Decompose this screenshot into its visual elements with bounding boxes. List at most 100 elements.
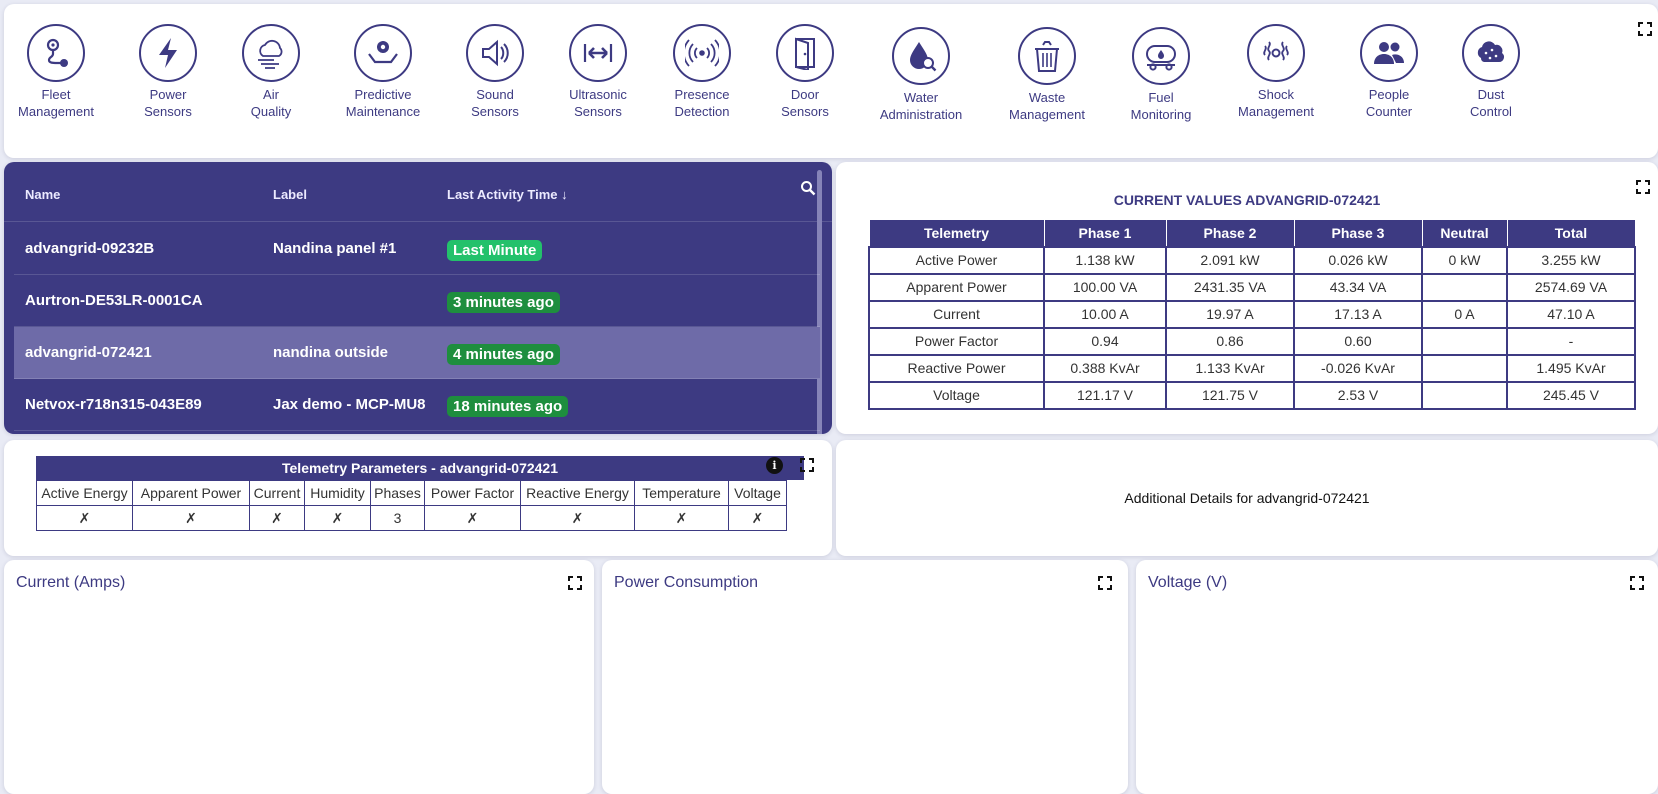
column-header: Power Factor <box>424 480 521 506</box>
sensor-navigation-bar: Fleet Management Power Sensors Air Quality… <box>4 4 1658 158</box>
current-values-title: CURRENT VALUES ADVANGRID-072421 <box>1113 192 1381 208</box>
nav-item-shock-management[interactable]: Shock Management <box>1221 24 1331 120</box>
table-cell: 10.00 A <box>1043 299 1167 329</box>
table-cell <box>1421 353 1508 383</box>
table-row[interactable]: advangrid-072421 nandina outside 4 minutes… <box>14 327 820 379</box>
nav-item-dust-control[interactable]: Dust Control <box>1436 24 1546 120</box>
column-header-activity-text: Last Activity Time <box>447 187 558 202</box>
table-cell: ✗ <box>249 505 305 531</box>
dust-cloud-icon <box>1462 24 1520 82</box>
table-cell: 245.45 V <box>1506 380 1636 410</box>
nav-item-people-counter[interactable]: People Counter <box>1334 24 1444 120</box>
nav-item-fleet-management[interactable]: Fleet Management <box>1 24 111 120</box>
info-icon[interactable]: i <box>766 457 783 474</box>
table-cell: 121.75 V <box>1165 380 1295 410</box>
table-cell: 43.34 VA <box>1293 272 1423 302</box>
nav-item-label: Fuel Monitoring <box>1130 90 1192 122</box>
fullscreen-icon[interactable] <box>800 458 814 472</box>
table-cell <box>1421 272 1508 302</box>
table-cell: ✗ <box>36 505 133 531</box>
table-cell: 17.13 A <box>1293 299 1423 329</box>
column-header: Humidity <box>304 480 371 506</box>
table-cell: 2.53 V <box>1293 380 1423 410</box>
table-row[interactable]: Aurtron-DE53LR-0001CA 3 minutes ago <box>14 275 820 327</box>
table-cell: 47.10 A <box>1506 299 1636 329</box>
additional-details-panel: Additional Details for advangrid-072421 <box>836 440 1658 556</box>
lightning-icon <box>139 24 197 82</box>
nav-item-water-administration[interactable]: Water Administration <box>866 27 976 123</box>
column-header: Phase 3 <box>1293 219 1423 247</box>
table-row: Power Factor 0.94 0.86 0.60 - <box>868 326 1636 356</box>
table-cell: 0.94 <box>1043 326 1167 356</box>
table-cell: ✗ <box>520 505 635 531</box>
table-row: Active Power 1.138 kW 2.091 kW 0.026 kW 0 kW… <box>868 245 1636 275</box>
nav-item-predictive-maintenance[interactable]: Predictive Maintenance <box>328 24 438 120</box>
nav-item-power-sensors[interactable]: Power Sensors <box>113 24 223 120</box>
shock-waves-icon <box>1247 24 1305 82</box>
nav-item-label: Presence Detection <box>674 87 730 119</box>
status-badge: 3 minutes ago <box>447 292 560 313</box>
speaker-icon <box>466 24 524 82</box>
device-label: Jax demo - MCP-MU8 <box>273 396 426 413</box>
column-header: Telemetry <box>868 219 1045 247</box>
nav-item-sound-sensors[interactable]: Sound Sensors <box>440 24 550 120</box>
column-header-activity[interactable]: Last Activity Time ↓ <box>447 187 568 202</box>
table-cell: Apparent Power <box>868 272 1045 302</box>
power-chart <box>602 560 1128 794</box>
nav-item-fuel-monitoring[interactable]: Fuel Monitoring <box>1106 27 1216 123</box>
column-header: Phase 1 <box>1043 219 1167 247</box>
table-cell: 2574.69 VA <box>1506 272 1636 302</box>
device-name: advangrid-072421 <box>25 344 152 361</box>
table-cell: 121.17 V <box>1043 380 1167 410</box>
table-cell: 3 <box>370 505 425 531</box>
table-row: Reactive Power 0.388 KvAr 1.133 KvAr -0.026… <box>868 353 1636 383</box>
table-row[interactable]: advangrid-09232B Nandina panel #1 Last Min… <box>14 223 820 275</box>
device-name: Netvox-r718n315-043E89 <box>25 396 202 413</box>
cloud-wind-icon <box>242 24 300 82</box>
nav-item-label: Air Quality <box>250 87 292 119</box>
table-cell: 0 A <box>1421 299 1508 329</box>
table-cell: 0 kW <box>1421 245 1508 275</box>
device-label: Nandina panel #1 <box>273 240 397 257</box>
nav-item-label: Waste Management <box>1009 90 1085 122</box>
column-header: Voltage <box>728 480 787 506</box>
fleet-route-icon <box>27 24 85 82</box>
devices-table: Name Label Last Activity Time ↓ advangri… <box>4 162 832 434</box>
table-cell: Active Power <box>868 245 1045 275</box>
power-chart-card: Power Consumption L1L2L38 kW6 kW4 kW2 kW… <box>602 560 1128 794</box>
device-label: nandina outside <box>273 344 389 361</box>
trash-bin-icon <box>1018 27 1076 85</box>
nav-item-label: Ultrasonic Sensors <box>569 87 627 119</box>
nav-item-label: People Counter <box>1365 87 1413 119</box>
nav-item-ultrasonic-sensors[interactable]: Ultrasonic Sensors <box>543 24 653 120</box>
table-cell: 0.60 <box>1293 326 1423 356</box>
telemetry-parameters-title: Telemetry Parameters - advangrid-072421 <box>36 456 804 480</box>
fullscreen-icon[interactable] <box>1638 22 1652 36</box>
nav-item-waste-management[interactable]: Waste Management <box>992 27 1102 123</box>
table-header: Name Label Last Activity Time ↓ <box>4 162 832 222</box>
column-header: Temperature <box>634 480 729 506</box>
current-chart <box>4 560 594 794</box>
table-row[interactable]: Netvox-r718n315-043E89 Jax demo - MCP-MU8… <box>14 379 820 431</box>
column-header-label[interactable]: Label <box>273 187 307 202</box>
nav-item-label: Water Administration <box>879 90 963 122</box>
column-header: Phases <box>370 480 425 506</box>
column-header-name[interactable]: Name <box>25 187 60 202</box>
nav-item-label: Predictive Maintenance <box>345 87 421 119</box>
additional-details-text: Additional Details for advangrid-072421 <box>1124 490 1370 506</box>
telemetry-parameters-table: Active Energy Apparent Power Current Humidi… <box>36 480 787 531</box>
table-row: Apparent Power 100.00 VA 2431.35 VA 43.34 V… <box>868 272 1636 302</box>
nav-item-air-quality[interactable]: Air Quality <box>216 24 326 120</box>
people-icon <box>1360 24 1418 82</box>
table-cell: - <box>1506 326 1636 356</box>
column-header: Phase 2 <box>1165 219 1295 247</box>
table-cell: Voltage <box>868 380 1045 410</box>
status-badge: Last Minute <box>447 240 543 261</box>
table-cell <box>1421 326 1508 356</box>
column-header: Reactive Energy <box>520 480 635 506</box>
nav-item-label: Door Sensors <box>781 87 829 119</box>
search-icon[interactable] <box>800 180 816 201</box>
nav-item-door-sensors[interactable]: Door Sensors <box>750 24 860 120</box>
nav-item-presence-detection[interactable]: Presence Detection <box>647 24 757 120</box>
table-cell: Power Factor <box>868 326 1045 356</box>
